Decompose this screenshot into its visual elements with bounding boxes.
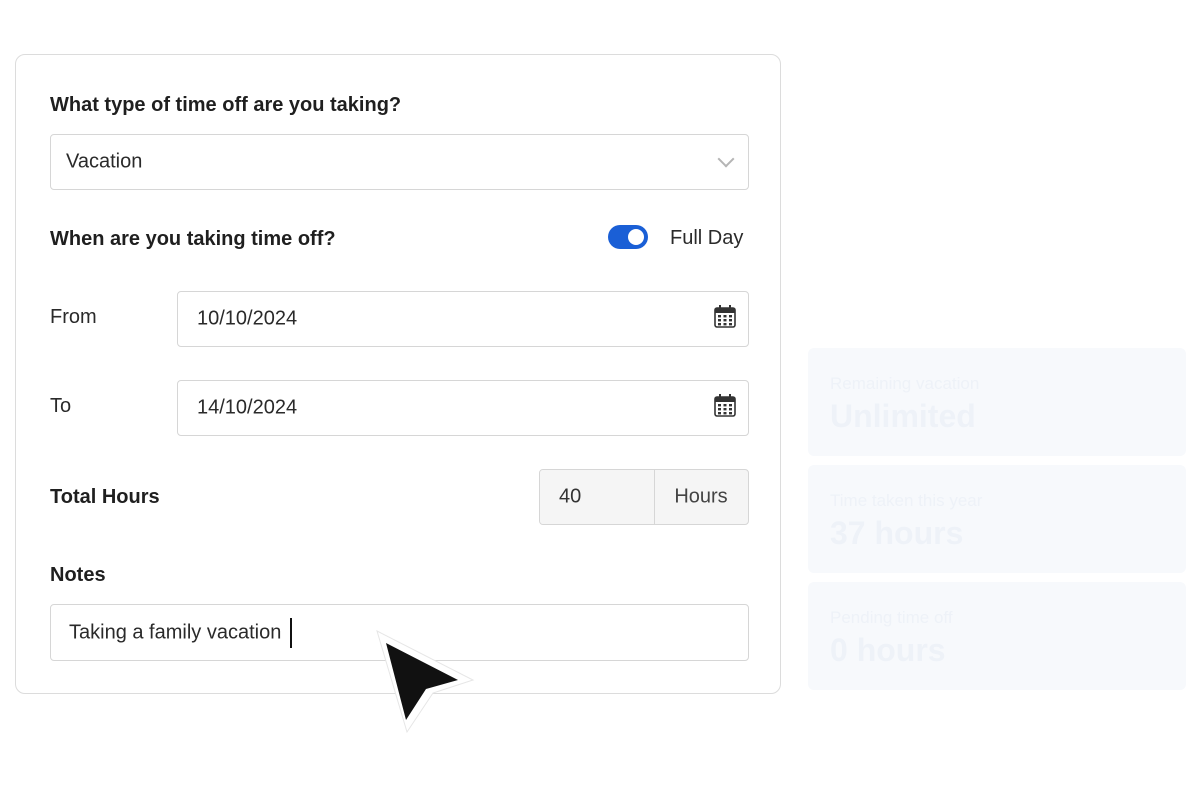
calendar-icon[interactable]: [714, 304, 736, 334]
time-off-type-question: What type of time off are you taking?: [50, 94, 402, 116]
when-question: When are you taking time off?: [50, 228, 336, 250]
summary-card-value: 37 hours: [830, 515, 964, 551]
from-date-input[interactable]: 10/10/2024: [177, 291, 749, 347]
hours-unit-label: Hours: [674, 485, 728, 508]
from-date-value: 10/10/2024: [197, 307, 298, 330]
total-hours-field: 40 Hours: [539, 469, 749, 525]
mouse-pointer-icon: [370, 624, 480, 744]
hours-unit-addon: Hours: [654, 470, 748, 524]
summary-card-label: Pending time off: [830, 608, 953, 627]
chevron-down-icon: [717, 150, 735, 168]
total-hours-value: 40: [559, 485, 582, 508]
to-label: To: [50, 395, 72, 417]
text-caret: [290, 617, 293, 648]
summary-card-label: Time taken this year: [830, 491, 983, 510]
toggle-knob: [628, 229, 644, 245]
to-date-input[interactable]: 14/10/2024: [177, 380, 749, 436]
time-off-form-card: What type of time off are you taking? Va…: [15, 54, 781, 694]
summary-card-pending: Pending time off 0 hours: [808, 582, 1186, 690]
full-day-toggle[interactable]: [608, 225, 648, 249]
time-off-type-select[interactable]: Vacation: [50, 134, 749, 190]
total-hours-input[interactable]: 40: [540, 470, 655, 524]
notes-text-line: Taking a family vacation: [69, 617, 293, 648]
total-hours-label: Total Hours: [50, 486, 160, 508]
notes-label: Notes: [50, 564, 106, 586]
notes-value: Taking a family vacation: [69, 620, 282, 643]
summary-card-label: Remaining vacation: [830, 374, 980, 393]
summary-card-remaining: Remaining vacation Unlimited: [808, 348, 1186, 456]
summary-card-value: Unlimited: [830, 398, 976, 434]
summary-card-taken: Time taken this year 37 hours: [808, 465, 1186, 573]
calendar-icon[interactable]: [714, 393, 736, 423]
summary-card-value: 0 hours: [830, 632, 946, 668]
full-day-label: Full Day: [670, 227, 744, 249]
to-date-value: 14/10/2024: [197, 396, 298, 419]
time-off-type-value: Vacation: [66, 150, 143, 173]
from-label: From: [50, 306, 97, 328]
